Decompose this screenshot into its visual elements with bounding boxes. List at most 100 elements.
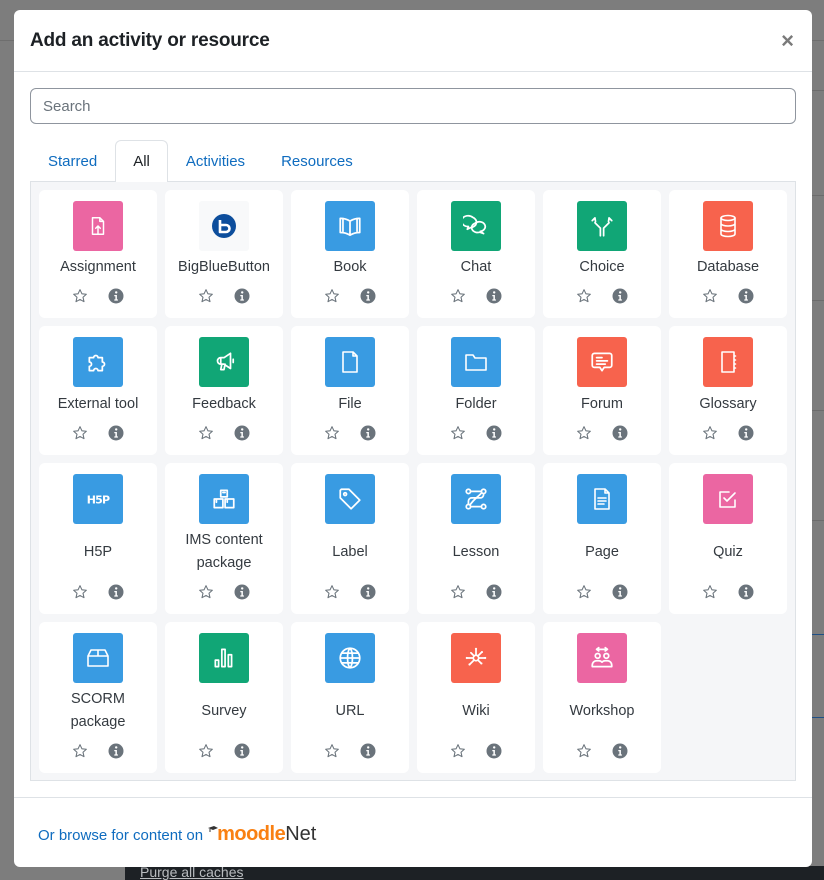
- activity-card-url[interactable]: URL: [291, 622, 409, 773]
- info-icon[interactable]: [234, 584, 250, 600]
- card-actions: [576, 580, 628, 604]
- star-icon[interactable]: [450, 743, 466, 759]
- card-actions: [198, 580, 250, 604]
- star-icon[interactable]: [702, 584, 718, 600]
- search-input[interactable]: [30, 88, 796, 124]
- activity-name: Forum: [581, 395, 623, 412]
- star-icon[interactable]: [450, 425, 466, 441]
- activity-card-external-tool[interactable]: External tool: [39, 326, 157, 455]
- info-icon[interactable]: [360, 288, 376, 304]
- card-actions: [72, 739, 124, 763]
- star-icon[interactable]: [198, 743, 214, 759]
- activity-name: Lesson: [452, 543, 500, 560]
- star-icon[interactable]: [198, 288, 214, 304]
- moodlenet-browse-link[interactable]: Or browse for content on moodle Net: [38, 824, 316, 844]
- info-icon[interactable]: [738, 425, 754, 441]
- star-icon[interactable]: [576, 743, 592, 759]
- activity-card-assignment[interactable]: Assignment: [39, 190, 157, 318]
- star-icon[interactable]: [576, 584, 592, 600]
- modal-body: StarredAllActivitiesResources Assignment…: [14, 72, 812, 781]
- activity-grid: Assignment BigBlueButton Book Chat Choice Dat…: [39, 190, 795, 773]
- activity-card-bigbluebutton[interactable]: BigBlueButton: [165, 190, 283, 318]
- activity-card-wiki[interactable]: Wiki: [417, 622, 535, 773]
- star-icon[interactable]: [324, 584, 340, 600]
- info-icon[interactable]: [486, 584, 502, 600]
- info-icon[interactable]: [360, 584, 376, 600]
- info-icon[interactable]: [738, 288, 754, 304]
- info-icon[interactable]: [360, 425, 376, 441]
- info-icon[interactable]: [486, 288, 502, 304]
- activity-card-chat[interactable]: Chat: [417, 190, 535, 318]
- info-icon[interactable]: [234, 425, 250, 441]
- activity-card-feedback[interactable]: Feedback: [165, 326, 283, 455]
- activity-name: H5P: [83, 543, 113, 560]
- star-icon[interactable]: [576, 288, 592, 304]
- activity-card-scorm-package[interactable]: SCORM package: [39, 622, 157, 773]
- page-icon: [577, 474, 627, 524]
- activity-name: Wiki: [462, 702, 490, 719]
- card-actions: [72, 284, 124, 308]
- star-icon[interactable]: [324, 288, 340, 304]
- tab-all[interactable]: All: [115, 140, 168, 182]
- star-icon[interactable]: [72, 288, 88, 304]
- activity-card-lesson[interactable]: Lesson: [417, 463, 535, 614]
- info-icon[interactable]: [612, 425, 628, 441]
- logo-net: Net: [285, 823, 317, 845]
- activity-card-page[interactable]: Page: [543, 463, 661, 614]
- info-icon[interactable]: [360, 743, 376, 759]
- tab-starred[interactable]: Starred: [30, 140, 115, 181]
- info-icon[interactable]: [612, 743, 628, 759]
- activity-name: Database: [696, 259, 760, 275]
- star-icon[interactable]: [324, 425, 340, 441]
- activity-name: Quiz: [713, 543, 743, 560]
- card-actions: [702, 284, 754, 308]
- info-icon[interactable]: [486, 425, 502, 441]
- activity-card-ims-content-package[interactable]: IMS content package: [165, 463, 283, 614]
- activity-card-forum[interactable]: Forum: [543, 326, 661, 455]
- glossary-icon: [703, 337, 753, 387]
- info-icon[interactable]: [486, 743, 502, 759]
- tab-list: Starred All Activities Resources: [30, 140, 796, 182]
- star-icon[interactable]: [324, 743, 340, 759]
- star-icon[interactable]: [72, 425, 88, 441]
- card-actions: [702, 580, 754, 604]
- activity-card-label[interactable]: Label: [291, 463, 409, 614]
- star-icon[interactable]: [576, 425, 592, 441]
- info-icon[interactable]: [234, 288, 250, 304]
- ims-package-icon: [199, 474, 249, 524]
- info-icon[interactable]: [612, 288, 628, 304]
- activity-card-database[interactable]: Database: [669, 190, 787, 318]
- activity-card-choice[interactable]: Choice: [543, 190, 661, 318]
- star-icon[interactable]: [198, 584, 214, 600]
- activity-card-quiz[interactable]: Quiz: [669, 463, 787, 614]
- activity-card-h5p[interactable]: H5P H5P: [39, 463, 157, 614]
- info-icon[interactable]: [738, 584, 754, 600]
- activity-card-survey[interactable]: Survey: [165, 622, 283, 773]
- background-divider: [812, 300, 824, 301]
- card-actions: [324, 739, 376, 763]
- star-icon[interactable]: [72, 743, 88, 759]
- close-button[interactable]: ×: [779, 29, 796, 52]
- star-icon[interactable]: [702, 425, 718, 441]
- activity-card-book[interactable]: Book: [291, 190, 409, 318]
- star-icon[interactable]: [198, 425, 214, 441]
- activity-card-folder[interactable]: Folder: [417, 326, 535, 455]
- star-icon[interactable]: [450, 584, 466, 600]
- activity-name: Page: [585, 543, 619, 560]
- activity-card-workshop[interactable]: Workshop: [543, 622, 661, 773]
- info-icon[interactable]: [108, 743, 124, 759]
- activity-name: SCORM package: [70, 691, 126, 730]
- star-icon[interactable]: [72, 584, 88, 600]
- info-icon[interactable]: [108, 584, 124, 600]
- activity-card-file[interactable]: File: [291, 326, 409, 455]
- info-icon[interactable]: [234, 743, 250, 759]
- activity-name: Label: [332, 543, 368, 560]
- star-icon[interactable]: [702, 288, 718, 304]
- tab-activities[interactable]: Activities: [168, 140, 263, 181]
- activity-card-glossary[interactable]: Glossary: [669, 326, 787, 455]
- info-icon[interactable]: [612, 584, 628, 600]
- tab-resources[interactable]: Resources: [263, 140, 371, 181]
- star-icon[interactable]: [450, 288, 466, 304]
- info-icon[interactable]: [108, 288, 124, 304]
- info-icon[interactable]: [108, 425, 124, 441]
